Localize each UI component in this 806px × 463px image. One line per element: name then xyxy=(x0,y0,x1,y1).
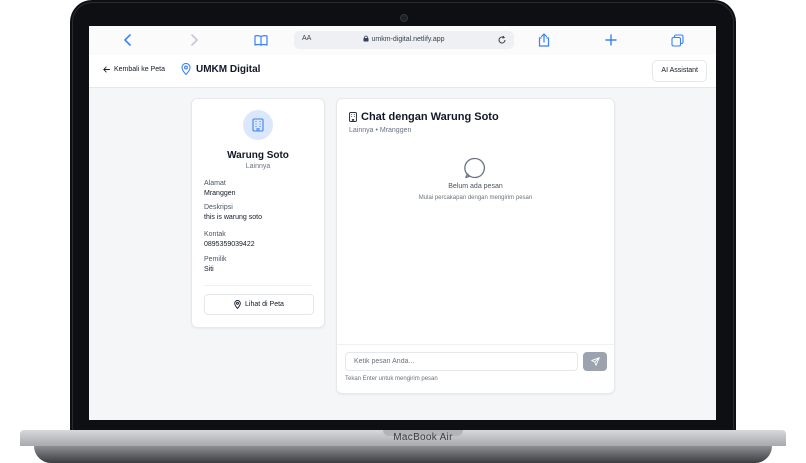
book-icon[interactable] xyxy=(253,32,269,48)
laptop-base-bottom xyxy=(34,446,772,463)
share-icon[interactable] xyxy=(536,32,552,48)
device-brand-label: MacBook Air xyxy=(393,432,453,443)
owner-value: Siti xyxy=(204,266,214,273)
divider xyxy=(204,285,312,286)
view-on-map-button[interactable]: Lihat di Peta xyxy=(204,294,314,315)
shop-category: Lainnya xyxy=(245,163,271,170)
laptop-base-top: MacBook Air xyxy=(20,430,786,446)
chevron-right-icon[interactable] xyxy=(186,32,202,48)
building-icon xyxy=(252,118,264,132)
app-brand[interactable]: UMKM Digital xyxy=(181,63,260,75)
shop-name: Warung Soto xyxy=(227,150,289,161)
description-value: this is warung soto xyxy=(204,214,262,221)
plus-icon[interactable] xyxy=(603,32,619,48)
camera-icon xyxy=(400,14,408,22)
map-pin-icon xyxy=(234,300,241,309)
address-value: Mranggen xyxy=(204,190,236,197)
url-text: umkm-digital.netlify.app xyxy=(294,35,514,43)
map-pin-icon xyxy=(181,63,191,75)
message-circle-icon xyxy=(464,157,486,179)
back-label: Kembali ke Peta xyxy=(114,66,165,73)
laptop-screen: AA umkm-digital.netlify.app Kembali ke P… xyxy=(89,26,716,420)
owner-label: Pemilik xyxy=(204,256,227,263)
address-label: Alamat xyxy=(204,180,226,187)
contact-label: Kontak xyxy=(204,231,226,238)
address-bar[interactable]: AA umkm-digital.netlify.app xyxy=(294,31,514,49)
tabs-icon[interactable] xyxy=(669,32,685,48)
arrow-left-icon xyxy=(103,66,110,73)
send-icon xyxy=(590,357,600,366)
reload-icon[interactable] xyxy=(497,35,507,45)
description-label: Deskripsi xyxy=(204,204,233,211)
send-button[interactable] xyxy=(583,352,607,371)
shop-avatar xyxy=(243,110,273,140)
send-hint: Tekan Enter untuk mengirim pesan xyxy=(345,376,438,382)
chat-header: Chat dengan Warung Soto xyxy=(349,111,499,123)
browser-toolbar: AA umkm-digital.netlify.app xyxy=(89,26,716,56)
building-icon xyxy=(349,112,357,122)
contact-value: 0895359039422 xyxy=(204,241,255,248)
app-header: Kembali ke Peta UMKM Digital AI Assistan… xyxy=(89,55,716,88)
view-on-map-label: Lihat di Peta xyxy=(245,301,284,308)
chat-title: Chat dengan Warung Soto xyxy=(361,111,499,123)
empty-state-title: Belum ada pesan xyxy=(448,183,503,190)
shop-info-card: Warung Soto Lainnya Alamat Mranggen Desk… xyxy=(191,98,325,328)
lock-icon xyxy=(363,35,369,42)
chevron-left-icon[interactable] xyxy=(120,32,136,48)
chat-panel: Chat dengan Warung Soto Lainnya • Mrangg… xyxy=(336,98,615,394)
empty-state-subtitle: Mulai percakapan dengan mengirim pesan xyxy=(418,195,533,201)
message-input[interactable] xyxy=(345,352,578,371)
laptop-base: MacBook Air xyxy=(0,430,806,463)
back-to-map-link[interactable]: Kembali ke Peta xyxy=(103,66,165,73)
app-title: UMKM Digital xyxy=(196,63,261,75)
divider xyxy=(337,344,614,345)
chat-subtitle: Lainnya • Mranggen xyxy=(349,127,412,134)
ai-assistant-button[interactable]: AI Assistant xyxy=(652,60,707,82)
